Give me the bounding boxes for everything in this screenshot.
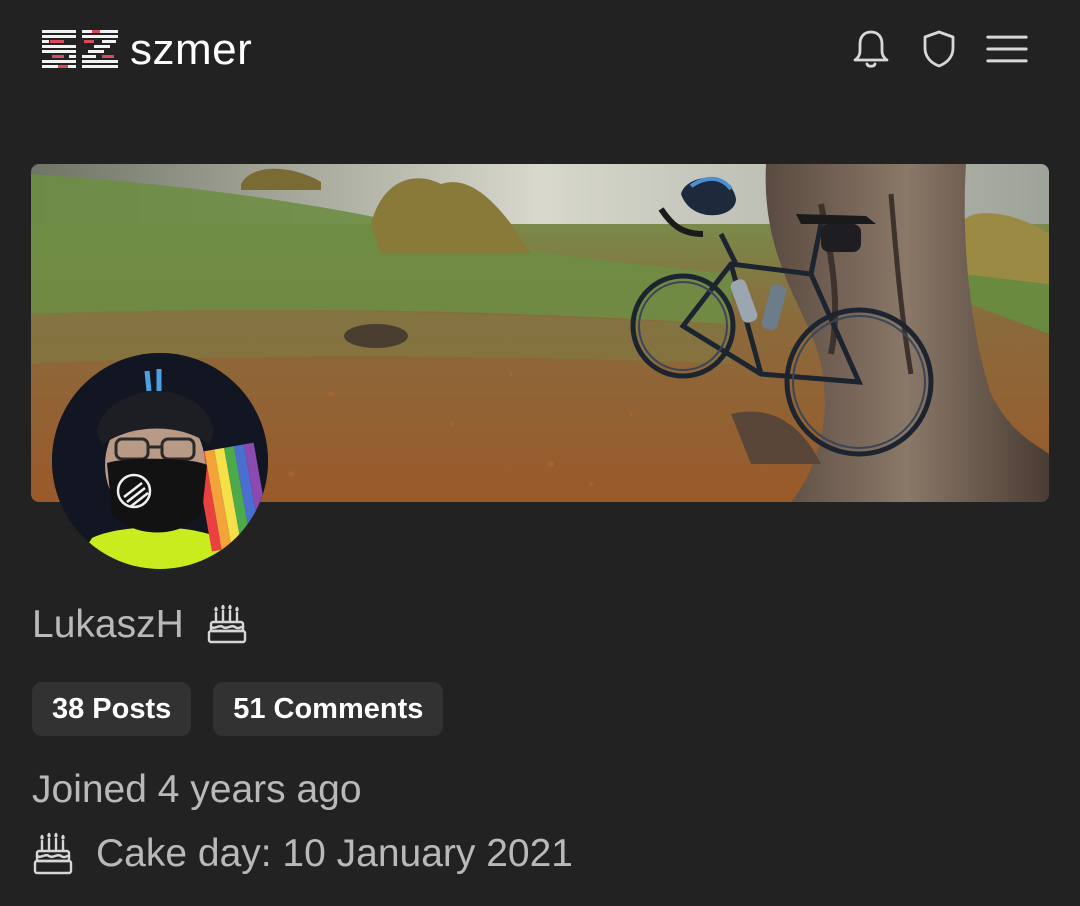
profile-stats: 38 Posts 51 Comments bbox=[32, 682, 444, 736]
shield-icon bbox=[923, 30, 955, 68]
menu-button[interactable] bbox=[986, 28, 1028, 70]
site-name: szmer bbox=[130, 25, 253, 74]
site-logo bbox=[42, 30, 118, 68]
avatar-image bbox=[52, 353, 268, 569]
comments-label: Comments bbox=[273, 692, 424, 725]
header-actions bbox=[850, 28, 1028, 70]
posts-count-badge[interactable]: 38 Posts bbox=[32, 682, 192, 736]
comments-count: 51 bbox=[233, 692, 266, 725]
username-row: LukaszH bbox=[32, 596, 248, 652]
cake-icon bbox=[33, 832, 73, 875]
username: LukaszH bbox=[32, 602, 184, 646]
comments-count-badge[interactable]: 51 Comments bbox=[213, 682, 444, 736]
posts-count: 38 bbox=[52, 692, 85, 725]
posts-label: Posts bbox=[92, 692, 172, 725]
user-avatar[interactable] bbox=[52, 353, 268, 569]
moderation-button[interactable] bbox=[918, 28, 960, 70]
hamburger-menu-icon bbox=[986, 35, 1028, 63]
bell-icon bbox=[853, 30, 889, 68]
cake-icon bbox=[207, 604, 246, 644]
joined-date: Joined 4 years ago bbox=[32, 768, 362, 811]
brand-link[interactable]: szmer bbox=[40, 22, 252, 78]
notifications-button[interactable] bbox=[850, 28, 892, 70]
top-bar: szmer bbox=[0, 0, 1080, 100]
cake-day-text: Cake day: 10 January 2021 bbox=[96, 831, 573, 875]
cake-day-row: Cake day: 10 January 2021 bbox=[32, 828, 573, 878]
